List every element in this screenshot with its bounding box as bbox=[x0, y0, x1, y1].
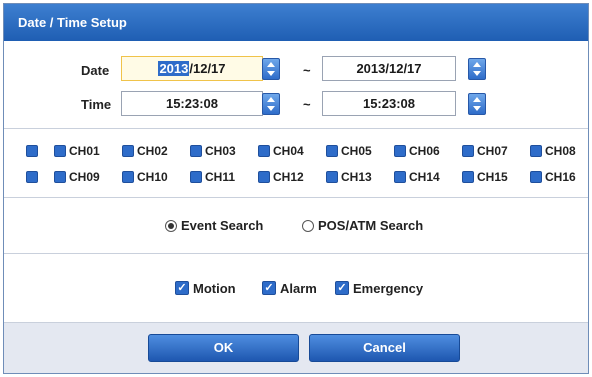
channel-label-ch11: CH11 bbox=[205, 170, 236, 184]
channel-checkbox-ch04[interactable] bbox=[258, 145, 270, 157]
alarm-label: Alarm bbox=[280, 281, 317, 296]
channel-label-ch06: CH06 bbox=[409, 144, 440, 158]
channel-label-ch14: CH14 bbox=[409, 170, 440, 184]
channel-checkbox-ch07[interactable] bbox=[462, 145, 474, 157]
channel-section: CH01 CH02 CH03 CH04 CH05 CH06 CH07 CH08 … bbox=[4, 129, 588, 198]
channel-checkbox-ch14[interactable] bbox=[394, 171, 406, 183]
channel-checkbox-ch10[interactable] bbox=[122, 171, 134, 183]
end-time-field[interactable]: 15:23:08 bbox=[322, 91, 456, 116]
emergency-checkbox[interactable]: ✓ bbox=[335, 281, 349, 295]
date-range-separator: ~ bbox=[303, 63, 311, 78]
channel-label-ch02: CH02 bbox=[137, 144, 168, 158]
event-type-section: ✓ Motion ✓ Alarm ✓ Emergency bbox=[4, 254, 588, 323]
channel-checkbox-ch05[interactable] bbox=[326, 145, 338, 157]
start-time-spinner[interactable] bbox=[262, 93, 280, 115]
channel-label-ch12: CH12 bbox=[273, 170, 304, 184]
time-range-separator: ~ bbox=[303, 97, 311, 112]
motion-label: Motion bbox=[193, 281, 236, 296]
channel-checkbox-ch11[interactable] bbox=[190, 171, 202, 183]
channel-label-ch15: CH15 bbox=[477, 170, 508, 184]
start-time-field[interactable]: 15:23:08 bbox=[121, 91, 263, 116]
ok-button[interactable]: OK bbox=[148, 334, 299, 362]
channel-checkbox-ch13[interactable] bbox=[326, 171, 338, 183]
motion-checkbox[interactable]: ✓ bbox=[175, 281, 189, 295]
start-date-year-selected: 2013 bbox=[158, 61, 190, 76]
end-date-spinner[interactable] bbox=[468, 58, 486, 80]
channel-checkbox-ch12[interactable] bbox=[258, 171, 270, 183]
select-all-row1-checkbox[interactable] bbox=[26, 145, 38, 157]
channel-label-ch13: CH13 bbox=[341, 170, 372, 184]
channel-label-ch10: CH10 bbox=[137, 170, 168, 184]
channel-checkbox-ch02[interactable] bbox=[122, 145, 134, 157]
channel-label-ch07: CH07 bbox=[477, 144, 508, 158]
channel-checkbox-ch03[interactable] bbox=[190, 145, 202, 157]
channel-label-ch08: CH08 bbox=[545, 144, 576, 158]
channel-label-ch09: CH09 bbox=[69, 170, 100, 184]
date-time-setup-dialog: Date / Time Setup Date 2013/12/17 ~ 2013… bbox=[3, 3, 589, 374]
channel-checkbox-ch15[interactable] bbox=[462, 171, 474, 183]
channel-label-ch01: CH01 bbox=[69, 144, 100, 158]
dialog-title: Date / Time Setup bbox=[4, 4, 588, 41]
channel-label-ch16: CH16 bbox=[545, 170, 576, 184]
search-mode-section: Event Search POS/ATM Search bbox=[4, 198, 588, 254]
channel-label-ch05: CH05 bbox=[341, 144, 372, 158]
pos-atm-search-radio[interactable] bbox=[302, 220, 314, 232]
time-label: Time bbox=[81, 97, 112, 112]
select-all-row2-checkbox[interactable] bbox=[26, 171, 38, 183]
alarm-checkbox[interactable]: ✓ bbox=[262, 281, 276, 295]
start-date-spinner[interactable] bbox=[262, 58, 280, 80]
event-search-radio[interactable] bbox=[165, 220, 177, 232]
channel-checkbox-ch06[interactable] bbox=[394, 145, 406, 157]
channel-checkbox-ch09[interactable] bbox=[54, 171, 66, 183]
pos-atm-search-label: POS/ATM Search bbox=[318, 218, 424, 233]
channel-label-ch04: CH04 bbox=[273, 144, 304, 158]
date-time-section: Date 2013/12/17 ~ 2013/12/17 Time 15:23:… bbox=[4, 41, 588, 129]
start-date-rest: /12/17 bbox=[189, 61, 226, 76]
channel-checkbox-ch01[interactable] bbox=[54, 145, 66, 157]
cancel-button[interactable]: Cancel bbox=[309, 334, 460, 362]
channel-checkbox-ch16[interactable] bbox=[530, 171, 542, 183]
channel-checkbox-ch08[interactable] bbox=[530, 145, 542, 157]
end-date-field[interactable]: 2013/12/17 bbox=[322, 56, 456, 81]
event-search-label: Event Search bbox=[181, 218, 264, 233]
emergency-label: Emergency bbox=[353, 281, 424, 296]
channel-label-ch03: CH03 bbox=[205, 144, 236, 158]
start-date-field[interactable]: 2013/12/17 bbox=[121, 56, 263, 81]
date-label: Date bbox=[81, 63, 110, 78]
end-time-spinner[interactable] bbox=[468, 93, 486, 115]
